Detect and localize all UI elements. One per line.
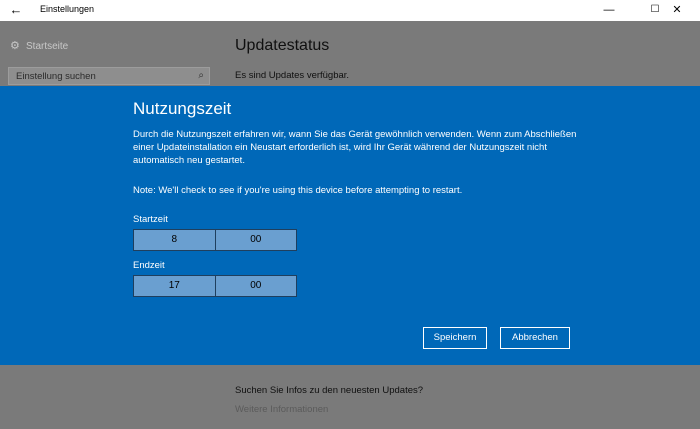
end-time-label: Endzeit [133, 260, 165, 271]
start-time-picker[interactable]: 8 00 [133, 229, 297, 251]
save-button[interactable]: Speichern [423, 327, 487, 349]
dialog-title: Nutzungszeit [133, 99, 232, 118]
start-minute-field[interactable]: 00 [214, 230, 297, 250]
search-icon: ⌕ [198, 70, 204, 81]
update-status-text: Es sind Updates verfügbar. [235, 70, 350, 81]
end-minute-field[interactable]: 00 [214, 276, 297, 296]
back-arrow-icon[interactable]: ← [7, 1, 25, 19]
sidebar-item-home[interactable]: ⚙ Startseite [10, 39, 68, 52]
close-button[interactable]: ✕ [654, 0, 700, 21]
search-placeholder: Einstellung suchen [16, 71, 96, 82]
more-info-link[interactable]: Weitere Informationen [235, 404, 328, 415]
page-title: Updatestatus [235, 37, 330, 54]
start-time-label: Startzeit [133, 214, 168, 225]
minimize-button[interactable]: — [586, 0, 632, 21]
active-hours-dialog: Nutzungszeit Durch die Nutzungszeit erfa… [0, 86, 700, 365]
start-hour-field[interactable]: 8 [134, 230, 215, 250]
gear-icon: ⚙ [10, 40, 20, 52]
info-question: Suchen Sie Infos zu den neuesten Updates… [235, 385, 424, 396]
title-bar: ← Einstellungen — ☐ ✕ [0, 0, 700, 21]
dialog-note: Note: We'll check to see if you're using… [133, 185, 463, 196]
cancel-button[interactable]: Abbrechen [500, 327, 570, 349]
dialog-description: Durch die Nutzungszeit erfahren wir, wan… [133, 129, 577, 166]
end-hour-field[interactable]: 17 [134, 276, 215, 296]
search-input[interactable]: Einstellung suchen ⌕ [8, 67, 210, 85]
sidebar-item-label: Startseite [26, 41, 69, 52]
window-title: Einstellungen [40, 4, 95, 14]
end-time-picker[interactable]: 17 00 [133, 275, 297, 297]
